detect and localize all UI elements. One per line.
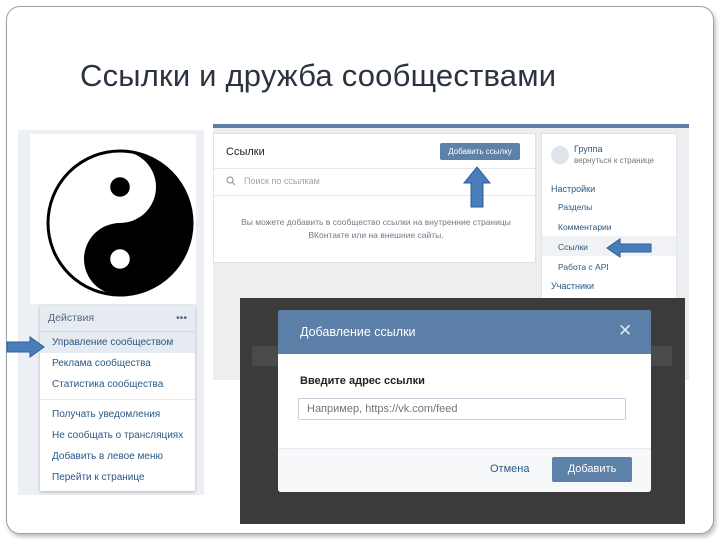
sidebar-item-comments[interactable]: Комментарии [558,222,612,232]
add-button[interactable]: Добавить [552,457,632,482]
dialog-header: Добавление ссылки ✕ [278,310,651,354]
back-to-page-link[interactable]: вернуться к странице [574,156,654,165]
cancel-button[interactable]: Отмена [490,463,529,475]
sidebar-item-members[interactable]: Участники [551,281,594,291]
group-name[interactable]: Группа [574,144,603,154]
menu-divider [40,399,195,400]
slide-title: Ссылки и дружба сообществами [80,58,557,93]
menu-item-add-left-menu[interactable]: Добавить в левое меню [40,446,195,467]
close-icon[interactable]: ✕ [618,322,632,339]
sidebar-item-links[interactable]: Ссылки [558,242,588,252]
community-actions-menu: Действия ••• Управление сообществом Рекл… [40,305,195,491]
group-avatar [551,146,569,164]
actions-menu-header[interactable]: Действия ••• [40,305,195,332]
menu-item-no-broadcasts[interactable]: Не сообщать о трансляциях [40,425,195,446]
dialog-title: Добавление ссылки [300,325,416,339]
sidebar-item-sections[interactable]: Разделы [558,202,592,212]
menu-item-go-to-page[interactable]: Перейти к странице [40,467,195,488]
search-icon [226,176,236,186]
pointer-arrow-right-icon [6,336,45,358]
settings-sidebar: Группа вернуться к странице Настройки Ра… [541,133,677,300]
yin-yang-avatar-icon [46,149,194,297]
actions-label: Действия [48,312,95,324]
link-address-label: Введите адрес ссылки [300,375,425,387]
sidebar-item-api[interactable]: Работа с API [558,262,609,272]
settings-section-heading[interactable]: Настройки [551,184,595,194]
links-title: Ссылки [226,146,265,158]
links-search-input[interactable]: Поиск по ссылкам [244,176,320,186]
add-link-dialog: Добавление ссылки ✕ Введите адрес ссылки… [278,310,651,492]
link-address-input[interactable] [298,398,626,420]
pointer-arrow-left-icon [606,238,652,258]
links-empty-message: Вы можете добавить в сообщество ссылки н… [234,216,518,242]
menu-item-community-stats[interactable]: Статистика сообщества [40,374,195,395]
pointer-arrow-up-icon [463,166,491,208]
empty-message-line-2: ВКонтакте или на внешние сайты. [308,230,444,240]
more-dots-icon[interactable]: ••• [176,312,187,324]
empty-message-line-1: Вы можете добавить в сообщество ссылки н… [241,217,511,227]
menu-item-notifications[interactable]: Получать уведомления [40,404,195,425]
dialog-footer: Отмена Добавить [278,448,651,492]
menu-item-manage-community[interactable]: Управление сообществом [40,332,195,353]
menu-item-community-ads[interactable]: Реклама сообщества [40,353,195,374]
add-link-button[interactable]: Добавить ссылку [440,143,520,160]
